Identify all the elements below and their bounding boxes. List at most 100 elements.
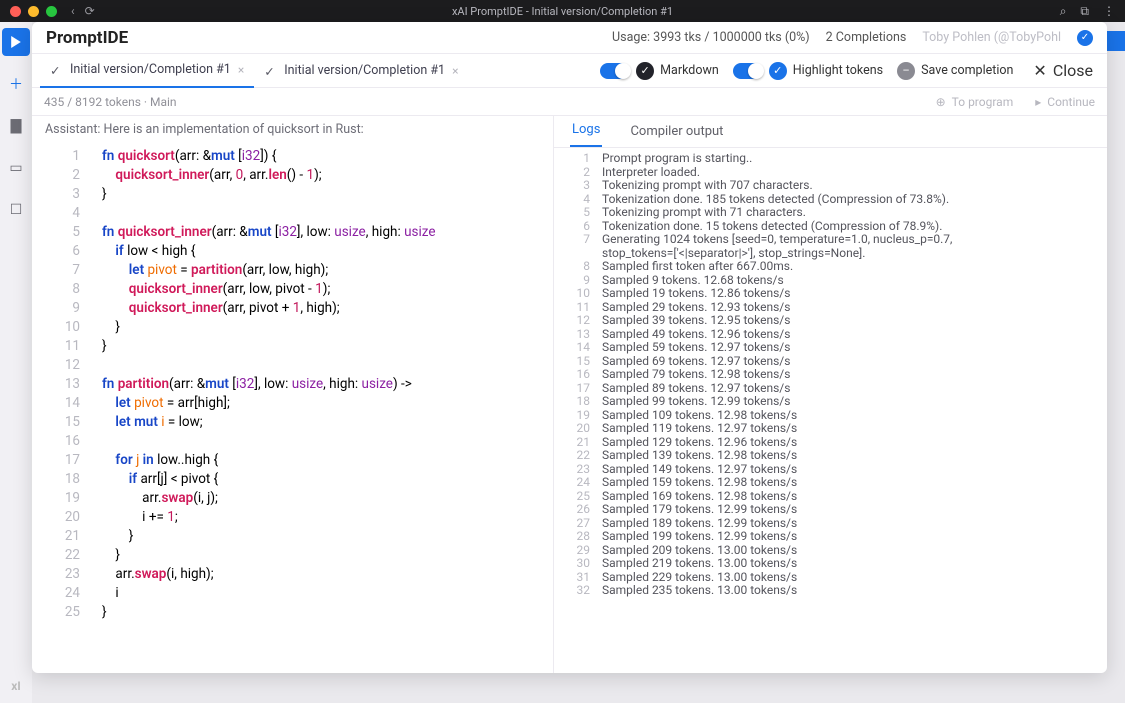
code-line[interactable]: 25}	[32, 603, 553, 622]
code-line[interactable]: 13fn partition(arr: &mut [i32], low: usi…	[32, 375, 553, 394]
code-line[interactable]: 17 for j in low..high {	[32, 451, 553, 470]
code-text	[102, 356, 553, 375]
to-program-button[interactable]: ⊕ To program	[936, 95, 1014, 109]
folder-icon[interactable]: ▇	[2, 112, 30, 140]
code-line[interactable]: 11}	[32, 337, 553, 356]
code-line[interactable]: 22 }	[32, 546, 553, 565]
code-line[interactable]: 14 let pivot = arr[high];	[32, 394, 553, 413]
code-line[interactable]: 4	[32, 204, 553, 223]
files-icon[interactable]: ▭	[2, 154, 30, 182]
code-text: for j in low..high {	[102, 451, 553, 470]
line-number: 8	[32, 280, 102, 299]
code-line[interactable]: 7 let pivot = partition(arr, low, high);	[32, 261, 553, 280]
code-text: }	[102, 185, 553, 204]
code-line[interactable]: 10 }	[32, 318, 553, 337]
line-number: 1	[32, 147, 102, 166]
code-line[interactable]: 24 i	[32, 584, 553, 603]
log-line: 14Sampled 59 tokens. 12.97 tokens/s	[554, 341, 1107, 355]
log-line: 11Sampled 29 tokens. 12.93 tokens/s	[554, 301, 1107, 315]
log-line: 22Sampled 139 tokens. 12.98 tokens/s	[554, 449, 1107, 463]
save-completion[interactable]: – Save completion	[897, 62, 1013, 80]
log-line-number: 16	[554, 368, 602, 382]
log-line: 4Tokenization done. 185 tokens detected …	[554, 193, 1107, 207]
compiler-output-tab[interactable]: Compiler output	[628, 124, 725, 147]
log-line: 17Sampled 89 tokens. 12.97 tokens/s	[554, 382, 1107, 396]
check-circle-icon: ✓	[769, 62, 787, 80]
maximize-window-icon[interactable]	[46, 6, 57, 17]
minus-circle-icon: –	[897, 62, 915, 80]
file-tab-2[interactable]: ✓ Initial version/Completion #1 ×	[254, 54, 468, 88]
code-text: i	[102, 584, 553, 603]
log-text: Tokenization done. 15 tokens detected (C…	[602, 220, 942, 234]
log-line: 19Sampled 109 tokens. 12.98 tokens/s	[554, 409, 1107, 423]
log-line: 2Interpreter loaded.	[554, 166, 1107, 180]
close-tab-icon[interactable]: ×	[452, 64, 458, 78]
code-line[interactable]: 8 quicksort_inner(arr, low, pivot - 1);	[32, 280, 553, 299]
line-number: 2	[32, 166, 102, 185]
highlight-label: Highlight tokens	[793, 63, 883, 78]
user-name[interactable]: Toby Pohlen (@TobyPohl	[922, 30, 1061, 45]
log-line: 24Sampled 159 tokens. 12.98 tokens/s	[554, 476, 1107, 490]
code-line[interactable]: 20 i += 1;	[32, 508, 553, 527]
log-text: Sampled 229 tokens. 13.00 tokens/s	[602, 571, 797, 585]
line-number: 16	[32, 432, 102, 451]
back-icon[interactable]: ‹	[71, 4, 75, 18]
close-tab-icon[interactable]: ×	[238, 63, 244, 77]
code-line[interactable]: 16	[32, 432, 553, 451]
menu-icon[interactable]: ⋮	[1103, 4, 1115, 18]
line-number: 12	[32, 356, 102, 375]
brand-icon: xI	[11, 679, 21, 693]
log-text: Sampled 19 tokens. 12.86 tokens/s	[602, 287, 790, 301]
line-number: 3	[32, 185, 102, 204]
log-text: Sampled 219 tokens. 13.00 tokens/s	[602, 557, 797, 571]
code-line[interactable]: 1fn quicksort(arr: &mut [i32]) {	[32, 147, 553, 166]
toggle-switch-icon	[600, 63, 630, 79]
highlight-toggle[interactable]: ✓ Highlight tokens	[733, 62, 883, 80]
code-text: let mut i = low;	[102, 413, 553, 432]
code-line[interactable]: 23 arr.swap(i, high);	[32, 565, 553, 584]
code-line[interactable]: 21 }	[32, 527, 553, 546]
to-program-label: To program	[952, 95, 1014, 109]
add-icon[interactable]: ＋	[2, 70, 30, 98]
code-line[interactable]: 3}	[32, 185, 553, 204]
run-icon[interactable]	[2, 28, 30, 56]
log-line: 9Sampled 9 tokens. 12.68 tokens/s	[554, 274, 1107, 288]
continue-button[interactable]: ▸ Continue	[1035, 95, 1095, 109]
output-pane: Logs Compiler output 1Prompt program is …	[554, 116, 1107, 673]
code-line[interactable]: 18 if arr[j] < pivot {	[32, 470, 553, 489]
extensions-icon[interactable]: ⧉	[1080, 4, 1089, 19]
log-line-number: 17	[554, 382, 602, 396]
code-line[interactable]: 6 if low < high {	[32, 242, 553, 261]
close-window-icon[interactable]	[10, 6, 21, 17]
log-line: 21Sampled 129 tokens. 12.96 tokens/s	[554, 436, 1107, 450]
code-line[interactable]: 12	[32, 356, 553, 375]
line-number: 19	[32, 489, 102, 508]
code-line[interactable]: 5fn quicksort_inner(arr: &mut [i32], low…	[32, 223, 553, 242]
log-line: 3Tokenizing prompt with 707 characters.	[554, 179, 1107, 193]
close-icon: ✕	[1033, 61, 1046, 80]
page-icon[interactable]: ☐	[2, 196, 30, 224]
log-line-number	[554, 247, 602, 261]
logs-tab[interactable]: Logs	[570, 122, 602, 147]
code-editor[interactable]: Assistant: Here is an implementation of …	[32, 116, 554, 673]
log-line-number: 8	[554, 260, 602, 274]
completions-count[interactable]: 2 Completions	[826, 30, 907, 45]
code-line[interactable]: 15 let mut i = low;	[32, 413, 553, 432]
markdown-toggle[interactable]: ✓ Markdown	[600, 62, 719, 80]
side-rail: ＋ ▇ ▭ ☐ xI	[0, 22, 32, 703]
plus-circle-icon: ⊕	[936, 95, 946, 109]
minimize-window-icon[interactable]	[28, 6, 39, 17]
file-tab-1[interactable]: ✓ Initial version/Completion #1 ×	[40, 54, 254, 88]
line-number: 15	[32, 413, 102, 432]
log-body[interactable]: 1Prompt program is starting..2Interprete…	[554, 148, 1107, 673]
close-button[interactable]: ✕ Close	[1027, 61, 1099, 80]
log-text: Prompt program is starting..	[602, 152, 752, 166]
code-line[interactable]: 9 quicksort_inner(arr, pivot + 1, high);	[32, 299, 553, 318]
code-line[interactable]: 2 quicksort_inner(arr, 0, arr.len() - 1)…	[32, 166, 553, 185]
check-icon: ✓	[264, 64, 277, 77]
code-line[interactable]: 19 arr.swap(i, j);	[32, 489, 553, 508]
reload-icon[interactable]: ⟳	[85, 4, 95, 18]
search-icon[interactable]: ⌕	[1060, 4, 1067, 19]
code-text: quicksort_inner(arr, 0, arr.len() - 1);	[102, 166, 553, 185]
toggle-switch-icon	[733, 63, 763, 79]
